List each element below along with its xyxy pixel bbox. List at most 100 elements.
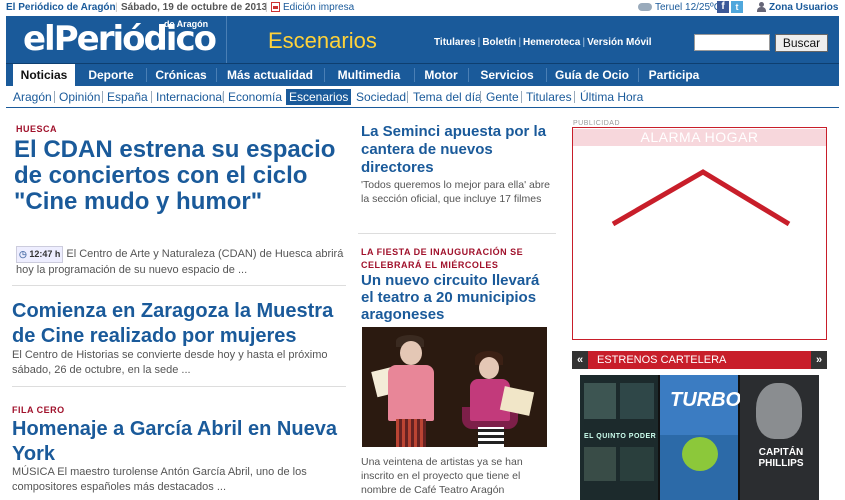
twitter-icon[interactable]: t xyxy=(731,1,743,13)
separator xyxy=(574,91,575,103)
movie-poster[interactable]: TURBO xyxy=(660,375,742,500)
poster-title: CAPITÁN PHILLIPS xyxy=(758,447,804,469)
poster-detail xyxy=(756,383,802,439)
estrenos-title: ESTRENOS CARTELERA xyxy=(597,354,727,366)
divider xyxy=(226,16,227,63)
nav-item-participa[interactable]: Participa xyxy=(640,64,708,86)
photo-detail xyxy=(396,419,426,447)
main-nav: Noticias Deporte Crónicas Más actualidad… xyxy=(6,63,839,86)
nav-item-servicios[interactable]: Servicios xyxy=(470,64,544,86)
divider xyxy=(358,233,556,234)
separator xyxy=(151,91,152,103)
article-kicker: HUESCA xyxy=(16,124,58,134)
divider xyxy=(546,68,547,82)
nav-item-noticias[interactable]: Noticias xyxy=(13,64,75,86)
separator: | xyxy=(115,2,118,13)
separator xyxy=(521,91,522,103)
subnav-item-economia[interactable]: Economía xyxy=(228,89,282,105)
weather-link[interactable]: Teruel 12/25ºC xyxy=(655,2,721,13)
house-roof-icon xyxy=(611,169,791,227)
clock-icon: 12:47 h xyxy=(16,246,64,263)
article-headline[interactable]: Un nuevo circuito llevará el teatro a 20… xyxy=(361,272,555,323)
article-photo[interactable] xyxy=(362,327,547,447)
advertisement[interactable]: ALARMA HOGAR xyxy=(572,127,827,340)
poster-title: TURBO xyxy=(670,389,742,411)
movie-poster-carousel: EL QUINTO PODER TURBO CAPITÁN PHILLIPS xyxy=(580,375,819,500)
estrenos-header: « ESTRENOS CARTELERA » xyxy=(572,351,827,369)
article-summary: 12:47 hEl Centro de Arte y Naturaleza (C… xyxy=(16,246,346,278)
print-edition-link[interactable]: Edición impresa xyxy=(283,2,354,13)
separator xyxy=(223,91,224,103)
logo-subtitle: de Aragón xyxy=(164,19,209,29)
divider xyxy=(638,68,639,82)
photo-detail xyxy=(400,341,422,365)
separator: | xyxy=(518,37,522,48)
site-name-link[interactable]: El Periódico de Aragón xyxy=(6,2,116,13)
facebook-icon[interactable]: f xyxy=(717,1,729,13)
search-button[interactable]: Buscar xyxy=(775,34,828,52)
poster-detail xyxy=(620,447,654,481)
poster-detail xyxy=(584,447,616,481)
pdf-icon xyxy=(271,2,280,12)
poster-detail xyxy=(682,437,718,471)
photo-detail xyxy=(478,427,504,447)
subnav-item-opinion[interactable]: Opinión xyxy=(59,89,100,105)
divider xyxy=(324,68,325,82)
article-headline[interactable]: Homenaje a García Abril en Nueva York xyxy=(12,417,348,467)
ad-title-text: ALARMA HOGAR xyxy=(640,129,759,145)
divider xyxy=(216,68,217,82)
nav-item-cronicas[interactable]: Crónicas xyxy=(148,64,214,86)
poster-detail xyxy=(620,383,654,419)
header-links: Titulares | Boletín | Hemeroteca | Versión Móv… xyxy=(434,37,652,48)
subnav-item-sociedad[interactable]: Sociedad xyxy=(356,89,406,105)
nav-item-motor[interactable]: Motor xyxy=(416,64,466,86)
header-link-titulares[interactable]: Titulares xyxy=(434,37,476,48)
divider xyxy=(12,285,346,286)
separator xyxy=(407,91,408,103)
photo-detail xyxy=(479,357,499,379)
photo-detail xyxy=(388,365,434,421)
next-arrow-icon[interactable]: » xyxy=(811,351,827,369)
article-kicker: FILA CERO xyxy=(12,405,65,415)
separator: | xyxy=(265,2,268,13)
cloud-icon xyxy=(638,3,652,11)
user-zone-link[interactable]: Zona Usuarios xyxy=(769,2,838,13)
article-summary: El Centro de Historias se convierte desd… xyxy=(12,349,328,376)
nav-item-multimedia[interactable]: Multimedia xyxy=(326,64,412,86)
movie-poster[interactable]: CAPITÁN PHILLIPS xyxy=(740,375,819,500)
subnav-item-titulares[interactable]: Titulares xyxy=(526,89,572,105)
nav-item-guia-de-ocio[interactable]: Guía de Ocio xyxy=(548,64,636,86)
ad-title: ALARMA HOGAR xyxy=(573,129,826,146)
nav-item-mas-actualidad[interactable]: Más actualidad xyxy=(218,64,322,86)
subnav-item-aragon[interactable]: Aragón xyxy=(13,89,52,105)
subnav-item-escenarios[interactable]: Escenarios xyxy=(286,89,352,105)
nav-item-deporte[interactable]: Deporte xyxy=(78,64,144,86)
subnav-item-internacional[interactable]: Internacional xyxy=(156,89,225,105)
movie-poster[interactable]: EL QUINTO PODER xyxy=(580,375,658,500)
subnav-item-espana[interactable]: España xyxy=(107,89,148,105)
header-link-hemeroteca[interactable]: Hemeroteca xyxy=(523,37,580,48)
subnav-item-tema-del-dia[interactable]: Tema del día xyxy=(413,89,482,105)
article-headline[interactable]: Comienza en Zaragoza la Muestra de Cine … xyxy=(12,299,348,349)
top-utility-bar: El Periódico de Aragón | Sábado, 19 de o… xyxy=(0,0,845,15)
article-summary-text: El Centro de Arte y Naturaleza (CDAN) de… xyxy=(16,248,344,276)
divider xyxy=(146,68,147,82)
header-link-version-movil[interactable]: Versión Móvil xyxy=(587,37,651,48)
divider xyxy=(414,68,415,82)
article-summary: Una veintena de artistas ya se han inscr… xyxy=(361,456,523,496)
user-icon xyxy=(757,2,766,12)
article-summary: MÚSICA El maestro turolense Antón García… xyxy=(12,466,307,493)
current-date: Sábado, 19 de octubre de 2013 xyxy=(121,2,268,13)
subnav-item-ultima-hora[interactable]: Última Hora xyxy=(580,89,643,105)
divider xyxy=(468,68,469,82)
prev-arrow-icon[interactable]: « xyxy=(572,351,588,369)
search-input[interactable] xyxy=(694,34,770,51)
separator xyxy=(102,91,103,103)
article-headline[interactable]: La Seminci apuesta por la cantera de nue… xyxy=(361,123,555,177)
header-link-boletin[interactable]: Boletín xyxy=(482,37,516,48)
article-summary: 'Todos queremos lo mejor para ella' abre… xyxy=(361,179,551,205)
roof-line xyxy=(611,169,791,227)
subnav-item-gente[interactable]: Gente xyxy=(486,89,519,105)
ad-label: PUBLICIDAD xyxy=(573,120,621,127)
article-headline[interactable]: El CDAN estrena su espacio de conciertos… xyxy=(14,137,344,215)
